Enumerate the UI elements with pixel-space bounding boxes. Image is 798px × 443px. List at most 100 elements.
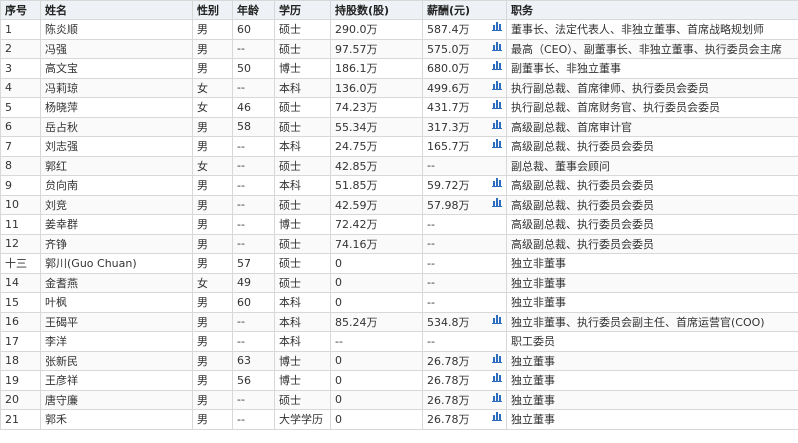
bar-chart-icon[interactable] (492, 60, 502, 73)
cell-position: 独立非董事、执行委员会副主任、首席运营官(COO) (506, 311, 798, 332)
cell-shares: 0 (330, 292, 423, 313)
cell-gender-text: 女 (197, 101, 208, 115)
cell-position-text: 董事长、法定代表人、非独立董事、首席战略规划师 (511, 23, 764, 37)
cell-salary: 680.0万 (422, 58, 507, 79)
cell-shares-text: 290.0万 (335, 23, 378, 37)
cell-education: 硕士 (274, 253, 331, 274)
cell-age: 57 (232, 253, 275, 274)
table-row: 21 郭禾 男 -- 大学学历 0 26.78万 独立董事 (0, 409, 798, 430)
bar-chart-icon[interactable] (492, 80, 502, 93)
cell-age-text: -- (237, 139, 245, 153)
cell-index-text: 20 (5, 393, 19, 407)
cell-position: 执行副总裁、首席财务官、执行委员会委员 (506, 97, 798, 118)
bar-chart-icon[interactable] (492, 99, 502, 112)
cell-index-text: 4 (5, 81, 12, 95)
cell-gender: 女 (192, 97, 233, 118)
table-row: 2 冯强 男 -- 硕士 97.57万 575.0万 最高（CEO）、副董事长、非独立董事、执… (0, 38, 798, 59)
cell-shares: 85.24万 (330, 311, 423, 332)
cell-position: 独立董事 (506, 409, 798, 430)
cell-gender: 男 (192, 38, 233, 59)
cell-position-text: 高级副总裁、首席审计官 (511, 120, 632, 134)
cell-gender: 女 (192, 155, 233, 176)
cell-shares-text: 51.85万 (335, 179, 378, 193)
cell-name-text: 刘竞 (45, 198, 67, 212)
cell-index: 15 (0, 292, 41, 313)
cell-gender-text: 男 (197, 62, 208, 76)
cell-name-text: 冯强 (45, 42, 67, 56)
cell-salary-text: -- (427, 237, 435, 251)
table-row: 十三 郭川(Guo Chuan) 男 57 硕士 0 -- 独立非董事 (0, 253, 798, 274)
cell-name-text: 王彦祥 (45, 374, 78, 388)
bar-chart-icon[interactable] (492, 21, 502, 34)
cell-index-text: 15 (5, 295, 19, 309)
cell-age-text: 56 (237, 373, 251, 387)
bar-chart-icon[interactable] (492, 41, 502, 54)
cell-age-text: 63 (237, 354, 251, 368)
cell-education: 博士 (274, 370, 331, 391)
cell-salary-text: 680.0万 (427, 62, 470, 76)
cell-education: 硕士 (274, 38, 331, 59)
cell-salary-text: -- (427, 334, 435, 348)
cell-education-text: 硕士 (279, 42, 301, 56)
bar-chart-icon[interactable] (492, 411, 502, 424)
cell-age-text: -- (237, 412, 245, 426)
cell-salary: -- (422, 272, 507, 293)
cell-name-text: 岳占秋 (45, 120, 78, 134)
cell-salary: -- (422, 233, 507, 254)
bar-chart-icon[interactable] (492, 119, 502, 132)
cell-age: -- (232, 194, 275, 215)
cell-education: 硕士 (274, 389, 331, 410)
table-row: 19 王彦祥 男 56 博士 0 26.78万 独立董事 (0, 370, 798, 391)
cell-education: 本科 (274, 175, 331, 196)
cell-salary-text: 499.6万 (427, 81, 470, 95)
cell-gender-text: 男 (197, 315, 208, 329)
cell-education-text: 本科 (279, 140, 301, 154)
table-row: 9 贠向南 男 -- 本科 51.85万 59.72万 高级副总裁、执行委员会委员 (0, 175, 798, 196)
cell-salary: -- (422, 214, 507, 235)
cell-age-text: -- (237, 217, 245, 231)
cell-salary-text: 431.7万 (427, 101, 470, 115)
cell-gender: 男 (192, 19, 233, 40)
cell-education-text: 博士 (279, 62, 301, 76)
cell-name-text: 张新民 (45, 354, 78, 368)
cell-name: 李洋 (40, 331, 193, 352)
bar-chart-icon[interactable] (492, 353, 502, 366)
cell-gender: 男 (192, 58, 233, 79)
cell-shares: 0 (330, 409, 423, 430)
cell-salary-text: 534.8万 (427, 315, 470, 329)
cell-name: 金耆燕 (40, 272, 193, 293)
cell-age: 56 (232, 370, 275, 391)
cell-salary: 431.7万 (422, 97, 507, 118)
cell-shares-text: 0 (335, 412, 342, 426)
bar-chart-icon[interactable] (492, 177, 502, 190)
bar-chart-icon[interactable] (492, 392, 502, 405)
cell-gender-text: 男 (197, 257, 208, 271)
cell-age-text: -- (237, 198, 245, 212)
bar-chart-icon[interactable] (492, 197, 502, 210)
cell-gender: 女 (192, 77, 233, 98)
bar-chart-icon[interactable] (492, 314, 502, 327)
cell-gender-text: 男 (197, 179, 208, 193)
cell-shares: 0 (330, 350, 423, 371)
cell-position-text: 独立非董事 (511, 296, 566, 310)
cell-gender: 男 (192, 311, 233, 332)
cell-index: 19 (0, 370, 41, 391)
cell-index-text: 十三 (5, 257, 27, 271)
cell-salary-text: -- (427, 295, 435, 309)
cell-age: -- (232, 331, 275, 352)
cell-age: 63 (232, 350, 275, 371)
cell-position: 独立董事 (506, 389, 798, 410)
cell-gender: 男 (192, 136, 233, 157)
cell-name-text: 郭红 (45, 159, 67, 173)
table-row: 17 李洋 男 -- 本科 -- -- 职工委员 (0, 331, 798, 352)
cell-salary: 26.78万 (422, 389, 507, 410)
cell-position-text: 独立董事 (511, 413, 555, 427)
cell-index: 10 (0, 194, 41, 215)
bar-chart-icon[interactable] (492, 138, 502, 151)
cell-name-text: 高文宝 (45, 62, 78, 76)
bar-chart-icon[interactable] (492, 372, 502, 385)
cell-salary-text: -- (427, 159, 435, 173)
cell-index: 6 (0, 116, 41, 137)
cell-salary-text: -- (427, 256, 435, 270)
cell-name: 张新民 (40, 350, 193, 371)
